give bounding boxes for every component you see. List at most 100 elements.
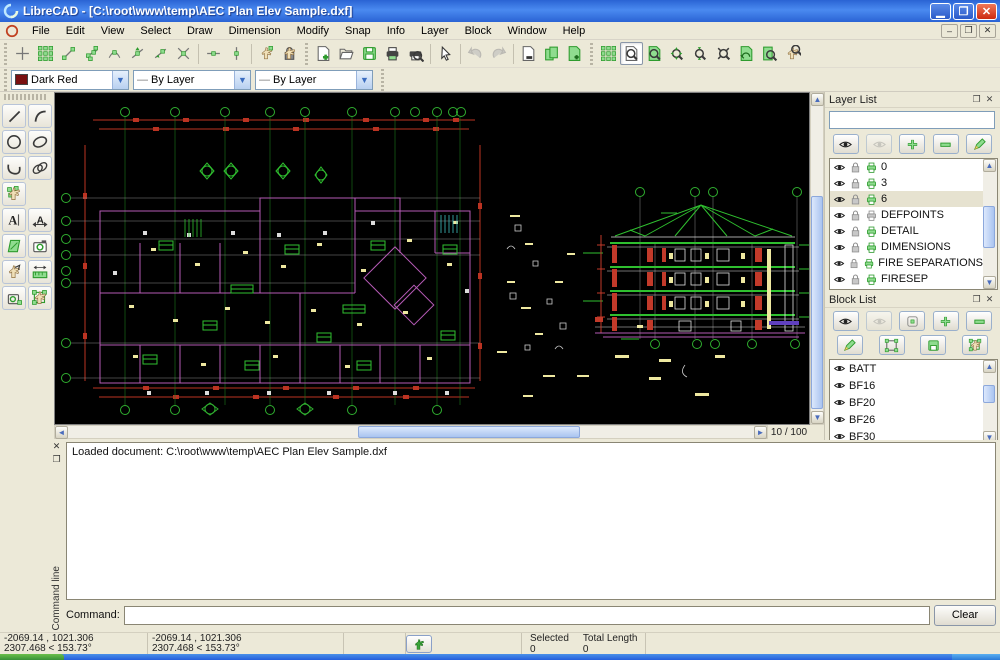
scroll-right-icon[interactable]: ► (754, 426, 767, 439)
scroll-up-icon[interactable]: ▲ (983, 159, 996, 172)
layer-list-scrollbar[interactable]: ▲ ▼ (983, 159, 997, 289)
chevron-down-icon[interactable]: ▼ (234, 71, 250, 89)
zoom-page-button[interactable] (643, 42, 666, 65)
scroll-up-icon[interactable]: ▲ (983, 360, 996, 373)
windows-taskbar-edge[interactable] (0, 654, 1000, 660)
layer-row-fire-separations[interactable]: FIRE SEPARATIONS (830, 255, 983, 271)
command-history[interactable]: Loaded document: C:\root\www\temp\AEC Pl… (66, 442, 996, 600)
pointer-button[interactable] (434, 42, 457, 65)
layer-row-detail[interactable]: DETAIL (830, 223, 983, 239)
close-document-button[interactable] (517, 42, 540, 65)
menu-modify[interactable]: Modify (289, 23, 337, 39)
snap-distance-button[interactable] (149, 42, 172, 65)
menu-draw[interactable]: Draw (179, 23, 221, 39)
start-button-edge[interactable] (0, 654, 64, 660)
chevron-down-icon[interactable]: ▼ (356, 71, 372, 89)
zoom-previous-button[interactable] (758, 42, 781, 65)
snap-middle-button[interactable] (126, 42, 149, 65)
snap-center-button[interactable] (103, 42, 126, 65)
layer-scroll-thumb[interactable] (983, 206, 995, 248)
image-tool-button[interactable] (28, 234, 52, 258)
zoom-pan-button[interactable] (781, 42, 804, 65)
block-tool-button[interactable] (2, 286, 26, 310)
layer-filter-input[interactable] (829, 111, 995, 129)
snap-grid-button[interactable] (34, 42, 57, 65)
print-preview-button[interactable] (404, 42, 427, 65)
toolbar-grip[interactable] (379, 69, 386, 91)
menu-dimension[interactable]: Dimension (221, 23, 289, 39)
block-list-scrollbar[interactable]: ▲ ▼ (983, 360, 997, 444)
line-tool-button[interactable] (2, 104, 26, 128)
block-edit-button[interactable] (962, 335, 988, 355)
block-edit-tool-button[interactable] (28, 286, 52, 310)
line-type-combobox[interactable]: — By Layer ▼ (255, 70, 373, 90)
vertical-scroll-thumb[interactable] (811, 196, 823, 409)
menu-info[interactable]: Info (379, 23, 413, 39)
layer-attributes-button[interactable] (966, 134, 992, 154)
grab-hand-button[interactable] (406, 635, 432, 653)
mdi-close-button[interactable]: ✕ (979, 24, 996, 38)
scroll-down-icon[interactable]: ▼ (983, 276, 996, 289)
layer-row-dimensions[interactable]: DIMENSIONS (830, 239, 983, 255)
layer-row-3[interactable]: 3 (830, 175, 983, 191)
close-dock-icon[interactable]: ✕ (50, 440, 63, 453)
hatch-tool-button[interactable] (2, 234, 26, 258)
layer-row-0[interactable]: 0 (830, 159, 983, 175)
measure-tool-button[interactable] (28, 260, 52, 284)
toolbar-grip[interactable] (588, 43, 595, 65)
scroll-down-icon[interactable]: ▼ (811, 411, 824, 424)
block-row-bf20[interactable]: BF20 (830, 394, 983, 411)
restore-button[interactable]: ❐ (953, 3, 974, 20)
toolbar-grip[interactable] (2, 43, 9, 65)
layer-row-firesep[interactable]: FIRESEP (830, 271, 983, 287)
menu-layer[interactable]: Layer (413, 23, 457, 39)
scroll-up-icon[interactable]: ▲ (811, 93, 824, 106)
toolbar-grip[interactable] (2, 69, 9, 91)
menu-block[interactable]: Block (457, 23, 500, 39)
menu-snap[interactable]: Snap (337, 23, 379, 39)
float-panel-icon[interactable]: ❐ (970, 294, 983, 306)
menu-edit[interactable]: Edit (58, 23, 93, 39)
view-grid-button[interactable] (597, 42, 620, 65)
chevron-down-icon[interactable]: ▼ (112, 71, 128, 89)
zoom-out-button[interactable] (689, 42, 712, 65)
color-combobox[interactable]: Dark Red ▼ (11, 70, 129, 90)
block-row-bf26[interactable]: BF26 (830, 411, 983, 428)
snap-on-entity-button[interactable] (80, 42, 103, 65)
arc-tool-button[interactable] (28, 104, 52, 128)
drawing-canvas[interactable] (54, 92, 810, 425)
block-toggle-button[interactable] (899, 311, 925, 331)
set-relative-zero-button[interactable] (255, 42, 278, 65)
block-insert-button[interactable] (879, 335, 905, 355)
block-remove-button[interactable] (966, 311, 992, 331)
open-document-button[interactable] (335, 42, 358, 65)
snap-free-button[interactable] (11, 42, 34, 65)
zoom-in-button[interactable] (666, 42, 689, 65)
horizontal-scroll-thumb[interactable] (358, 426, 580, 438)
print-document-button[interactable] (381, 42, 404, 65)
palette-grip[interactable] (4, 94, 48, 100)
block-row-bf16[interactable]: BF16 (830, 377, 983, 394)
blocks-show-all-button[interactable] (833, 311, 859, 331)
window-new-button[interactable] (563, 42, 586, 65)
layers-hide-all-button[interactable] (866, 134, 892, 154)
select-tool-button[interactable] (2, 182, 26, 206)
mdi-minimize-button[interactable]: – (941, 24, 958, 38)
layers-show-all-button[interactable] (833, 134, 859, 154)
menu-view[interactable]: View (93, 23, 133, 39)
canvas-vertical-scrollbar[interactable]: ▲ ▼ (810, 92, 824, 425)
redraw-button[interactable] (735, 42, 758, 65)
toolbar-grip[interactable] (303, 43, 310, 65)
menu-file[interactable]: File (24, 23, 58, 39)
float-dock-icon[interactable]: ❐ (50, 453, 63, 466)
close-panel-icon[interactable]: ✕ (983, 94, 996, 106)
scroll-left-icon[interactable]: ◄ (55, 426, 68, 439)
restrict-vertical-button[interactable] (225, 42, 248, 65)
dimension-tool-button[interactable]: A (28, 208, 52, 232)
zoom-auto-button[interactable] (712, 42, 735, 65)
redo-button[interactable] (487, 42, 510, 65)
layer-row-6[interactable]: 6 (830, 191, 983, 207)
clear-button[interactable]: Clear (934, 605, 996, 626)
command-input[interactable] (124, 606, 930, 625)
close-button[interactable]: ✕ (976, 3, 997, 20)
